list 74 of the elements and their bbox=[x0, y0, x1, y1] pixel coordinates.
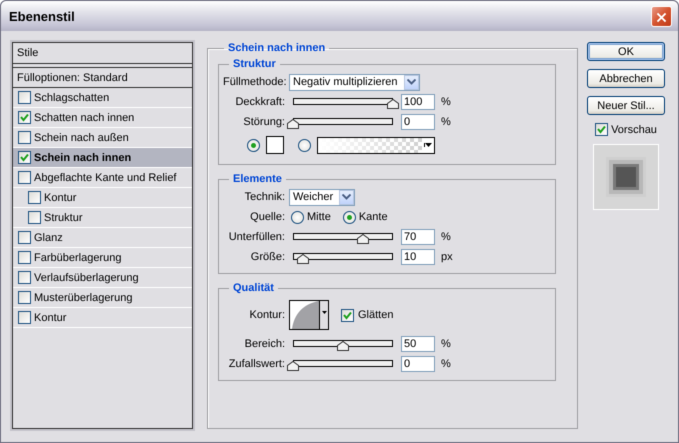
checkbox[interactable] bbox=[28, 211, 41, 224]
number-field[interactable]: 70 bbox=[401, 229, 435, 245]
checkbox[interactable] bbox=[18, 151, 31, 164]
group-title: Qualität bbox=[232, 282, 275, 294]
field-label: Technik: bbox=[244, 191, 285, 203]
number-field[interactable]: 10 bbox=[401, 249, 435, 265]
list-item[interactable]: Struktur bbox=[13, 208, 192, 228]
radio-label: Mitte bbox=[307, 211, 331, 223]
slider-thumb[interactable] bbox=[287, 361, 299, 371]
checkbox[interactable] bbox=[18, 91, 31, 104]
field-label: Zufallswert: bbox=[228, 358, 285, 370]
dropdown[interactable]: Negativ multiplizieren bbox=[289, 74, 420, 90]
unit-label: px bbox=[441, 251, 453, 263]
button[interactable]: Abbrechen bbox=[587, 69, 665, 88]
radio-button[interactable] bbox=[247, 138, 260, 152]
checkbox[interactable] bbox=[595, 123, 608, 136]
radio-label: Kante bbox=[358, 211, 388, 223]
slider-thumb[interactable] bbox=[287, 119, 299, 129]
unit-label: % bbox=[441, 116, 451, 128]
close-button[interactable] bbox=[651, 6, 672, 26]
field-label: Füllmethode: bbox=[223, 76, 285, 88]
list-item[interactable]: Abgeflachte Kante und Relief bbox=[13, 168, 192, 188]
number-field[interactable]: 100 bbox=[401, 94, 435, 110]
checkbox-label: Glätten bbox=[358, 309, 394, 321]
field-label: Deckkraft: bbox=[234, 96, 285, 108]
checkbox[interactable] bbox=[18, 231, 31, 244]
field-label: Störung: bbox=[242, 116, 285, 128]
checkbox[interactable] bbox=[18, 271, 31, 284]
unit-label: % bbox=[441, 338, 451, 350]
list-item[interactable]: Kontur bbox=[13, 308, 192, 328]
unit-label: % bbox=[441, 231, 451, 243]
list-item[interactable]: Schlagschatten bbox=[13, 88, 192, 108]
gradient-picker[interactable] bbox=[317, 136, 435, 154]
radio-button[interactable] bbox=[298, 138, 311, 152]
checkbox[interactable] bbox=[18, 171, 31, 184]
group-title: Schein nach innen bbox=[227, 42, 326, 54]
radio-button[interactable] bbox=[342, 210, 356, 224]
checkbox[interactable] bbox=[28, 191, 41, 204]
list-item[interactable]: Fülloptionen: Standard bbox=[13, 68, 192, 88]
preview-thumbnail bbox=[593, 144, 659, 210]
checkbox[interactable] bbox=[18, 311, 31, 324]
unit-label: % bbox=[441, 358, 451, 370]
number-field[interactable]: 50 bbox=[401, 336, 435, 352]
checkbox-label: Vorschau bbox=[611, 124, 657, 136]
list-item[interactable]: Kontur bbox=[13, 188, 192, 208]
checkbox[interactable] bbox=[18, 251, 31, 264]
contour-picker[interactable] bbox=[289, 300, 329, 330]
checkbox[interactable] bbox=[18, 111, 31, 124]
field-label: Unterfüllen: bbox=[228, 231, 285, 243]
group-title: Elemente bbox=[232, 173, 283, 185]
list-item[interactable]: Farbüberlagerung bbox=[13, 248, 192, 268]
list-item[interactable]: Schatten nach innen bbox=[13, 108, 192, 128]
button[interactable]: Neuer Stil... bbox=[587, 96, 665, 115]
field-label: Quelle: bbox=[249, 211, 285, 223]
unit-label: % bbox=[441, 96, 451, 108]
dropdown-arrow-icon bbox=[424, 143, 432, 147]
radio-button[interactable] bbox=[291, 210, 304, 224]
checkbox[interactable] bbox=[341, 308, 354, 322]
field-label: Kontur: bbox=[248, 309, 285, 321]
color-swatch[interactable] bbox=[266, 136, 284, 154]
list-item[interactable]: Schein nach innen bbox=[13, 148, 192, 168]
window-title: Ebenenstil bbox=[9, 8, 75, 24]
checkbox[interactable] bbox=[18, 131, 31, 144]
field-label: Größe: bbox=[250, 251, 285, 263]
number-field[interactable]: 0 bbox=[401, 114, 435, 130]
number-field[interactable]: 0 bbox=[401, 356, 435, 372]
list-item[interactable]: Verlaufsüberlagerung bbox=[13, 268, 192, 288]
dropdown[interactable]: Weicher bbox=[289, 188, 356, 206]
group-title: Struktur bbox=[232, 58, 277, 70]
field-label: Bereich: bbox=[244, 338, 285, 350]
checkbox[interactable] bbox=[18, 291, 31, 304]
list-item[interactable]: Glanz bbox=[13, 228, 192, 248]
button[interactable]: OK bbox=[587, 42, 665, 61]
list-item[interactable]: Musterüberlagerung bbox=[13, 288, 192, 308]
